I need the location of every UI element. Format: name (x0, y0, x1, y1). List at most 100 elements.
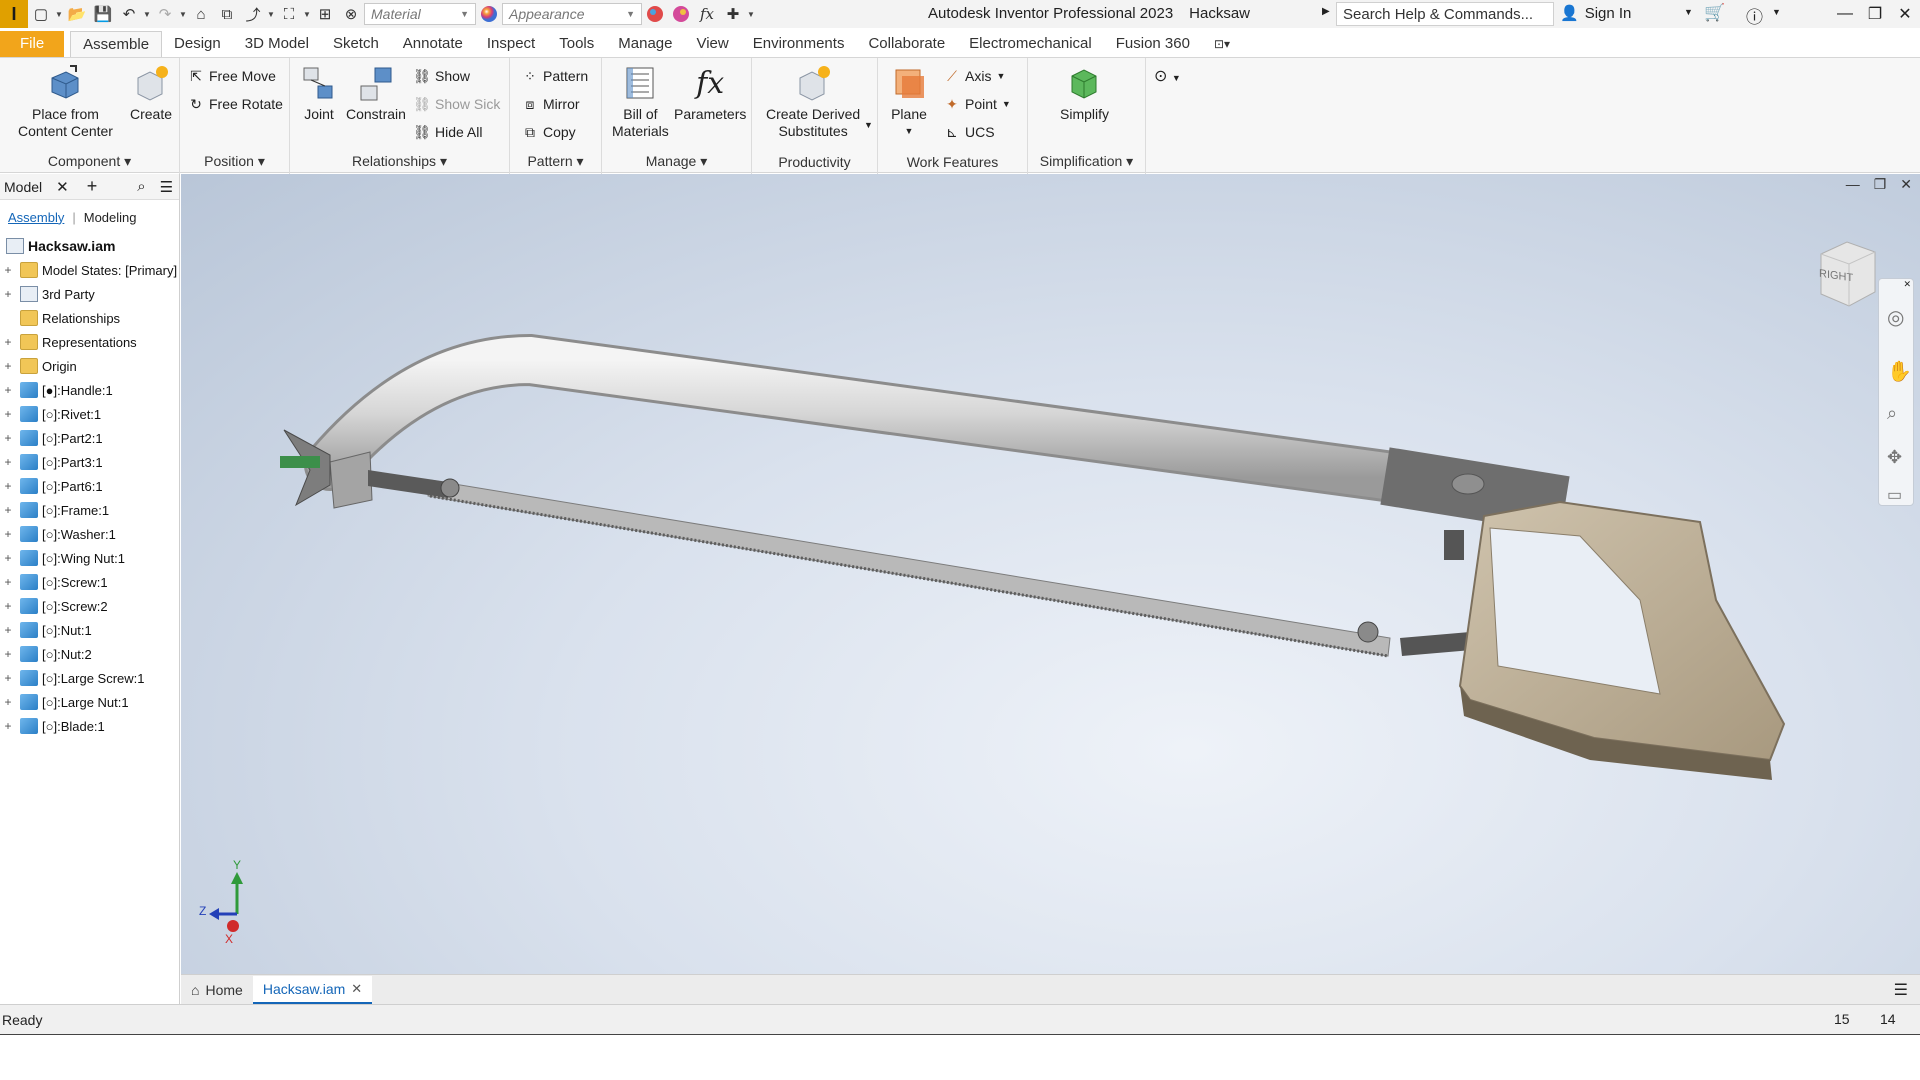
joint-button[interactable]: Joint (300, 64, 338, 123)
close-tab-icon[interactable]: ✕ (351, 981, 362, 997)
expand-plus-icon[interactable]: + (2, 695, 14, 709)
help-icon[interactable]: ⓘ (1746, 3, 1763, 28)
tree-item[interactable]: + [○]:Wing Nut:1 (0, 546, 179, 570)
browser-title[interactable]: Model (4, 179, 42, 195)
expand-plus-icon[interactable]: + (2, 479, 14, 493)
tab-environments[interactable]: Environments (741, 31, 857, 57)
undo-icon[interactable]: ↶ (116, 2, 142, 26)
viewport-maximize-icon[interactable]: ❐ (1874, 176, 1887, 193)
free-rotate-button[interactable]: ↻ Free Rotate (188, 94, 283, 114)
restore-icon[interactable]: ❐ (1860, 0, 1890, 28)
clear-appearance-icon[interactable]: ⊗ (338, 2, 364, 26)
tree-root[interactable]: Hacksaw.iam (0, 234, 179, 258)
tree-item[interactable]: + [○]:Large Nut:1 (0, 690, 179, 714)
orbit-icon[interactable]: ✥ (1887, 447, 1902, 468)
sign-in-button[interactable]: 👤 Sign In (1560, 4, 1631, 23)
clear-override-icon[interactable] (668, 2, 694, 26)
hacksaw-model[interactable] (181, 174, 1920, 974)
expand-plus-icon[interactable]: + (2, 575, 14, 589)
minimize-icon[interactable]: — (1830, 0, 1860, 28)
ribbon-options-icon[interactable]: ⊙ ▼ (1154, 66, 1181, 86)
new-icon[interactable]: ▢ (28, 2, 54, 26)
tree-item[interactable]: + [○]:Screw:2 (0, 594, 179, 618)
copy-button[interactable]: ⧉ Copy (522, 122, 576, 142)
expand-plus-icon[interactable]: + (2, 599, 14, 613)
point-button[interactable]: ✦ Point ▼ (944, 94, 1011, 114)
tab-collaborate[interactable]: Collaborate (856, 31, 957, 57)
save-icon[interactable]: 💾 (90, 2, 116, 26)
tab-sketch[interactable]: Sketch (321, 31, 391, 57)
tree-item[interactable]: + [○]:Part2:1 (0, 426, 179, 450)
close-panel-icon[interactable]: ✕ (56, 178, 69, 196)
plane-button[interactable]: Plane ▼ (890, 64, 928, 140)
tree-item[interactable]: + [○]:Nut:1 (0, 618, 179, 642)
signin-dropdown-icon[interactable]: ▼ (1684, 7, 1693, 17)
expand-plus-icon[interactable]: + (2, 431, 14, 445)
ucs-button[interactable]: ⊾ UCS (944, 122, 994, 142)
constrain-button[interactable]: Constrain (346, 64, 406, 123)
simplification-group-label[interactable]: Simplification ▾ (1028, 153, 1145, 170)
tree-item[interactable]: + [○]:Part3:1 (0, 450, 179, 474)
cart-icon[interactable]: 🛒 (1704, 3, 1725, 23)
expand-arrow-icon[interactable]: ▶ (1322, 6, 1330, 17)
tree-item[interactable]: + [○]:Part6:1 (0, 474, 179, 498)
document-tab-hacksaw[interactable]: Hacksaw.iam ✕ (252, 975, 373, 1004)
select-dropdown-icon[interactable]: ▼ (266, 10, 276, 19)
manage-group-label[interactable]: Manage ▾ (602, 153, 751, 170)
component-group-label[interactable]: Component ▾ (0, 153, 179, 170)
tab-manage[interactable]: Manage (606, 31, 684, 57)
local-update-icon[interactable]: ⧉ (214, 2, 240, 26)
expand-plus-icon[interactable]: + (2, 359, 14, 373)
relationships-group-label[interactable]: Relationships ▾ (290, 153, 509, 170)
tab-annotate[interactable]: Annotate (391, 31, 475, 57)
steering-wheel-icon[interactable]: ◎ (1887, 305, 1904, 330)
add-icon[interactable]: ✚ (720, 2, 746, 26)
select-priority-dropdown-icon[interactable]: ▼ (302, 10, 312, 19)
tab-assemble[interactable]: Assemble (70, 31, 163, 57)
pan-hand-icon[interactable]: ✋ (1887, 359, 1912, 384)
tab-view[interactable]: View (684, 31, 740, 57)
viewport-minimize-icon[interactable]: — (1846, 176, 1860, 193)
search-icon[interactable]: ⌕ (137, 178, 145, 195)
tree-item[interactable]: Relationships (0, 306, 179, 330)
select-priority-icon[interactable]: ⛶ (276, 2, 302, 26)
close-icon[interactable]: ✕ (1890, 0, 1920, 28)
expand-plus-icon[interactable]: + (2, 527, 14, 541)
mirror-button[interactable]: ⧈ Mirror (522, 94, 580, 114)
help-search-input[interactable]: Search Help & Commands... (1336, 2, 1554, 26)
expand-plus-icon[interactable]: + (2, 263, 14, 277)
subtab-assembly[interactable]: Assembly (8, 210, 64, 225)
tree-item[interactable]: + [○]:Rivet:1 (0, 402, 179, 426)
select-icon[interactable]: ⤴ (240, 2, 266, 26)
tab-3d-model[interactable]: 3D Model (233, 31, 321, 57)
expand-plus-icon[interactable]: + (2, 287, 14, 301)
tab-design[interactable]: Design (162, 31, 233, 57)
tree-item[interactable]: +3rd Party (0, 282, 179, 306)
derived-dropdown-icon[interactable]: ▼ (864, 120, 873, 130)
material-combo[interactable]: Material ▼ (364, 3, 476, 25)
free-move-button[interactable]: ⇱ Free Move (188, 66, 276, 86)
graphics-viewport[interactable]: RIGHT ✕ ◎ ✋ ⌕ ✥ ▭ — ❐ ✕ Y Z X (181, 174, 1920, 974)
position-group-label[interactable]: Position ▾ (180, 153, 289, 170)
customize-dropdown-icon[interactable]: ▼ (746, 10, 756, 19)
tree-item[interactable]: + [○]:Nut:2 (0, 642, 179, 666)
tree-item[interactable]: + [○]:Blade:1 (0, 714, 179, 738)
tree-item[interactable]: + [○]:Screw:1 (0, 570, 179, 594)
tree-item[interactable]: + Model States: [Primary] (0, 258, 179, 282)
expand-plus-icon[interactable]: + (2, 335, 14, 349)
pattern-button[interactable]: ⁘ Pattern (522, 66, 588, 86)
open-icon[interactable]: 📂 (64, 2, 90, 26)
expand-plus-icon[interactable]: + (2, 383, 14, 397)
expand-plus-icon[interactable]: + (2, 407, 14, 421)
tree-item[interactable]: + Representations (0, 330, 179, 354)
add-panel-icon[interactable]: + (87, 176, 98, 197)
expand-plus-icon[interactable]: + (2, 719, 14, 733)
nav-bar-close-icon[interactable]: ✕ (1903, 279, 1911, 290)
expand-plus-icon[interactable]: + (2, 503, 14, 517)
create-component-button[interactable]: Create (130, 64, 172, 123)
home-icon[interactable]: ⌂ (188, 2, 214, 26)
tab-menu-icon[interactable]: ☰ (1894, 980, 1908, 1000)
show-button[interactable]: ⛓ Show (413, 66, 470, 86)
tab-inspect[interactable]: Inspect (475, 31, 547, 57)
tree-item[interactable]: + [●]:Handle:1 (0, 378, 179, 402)
